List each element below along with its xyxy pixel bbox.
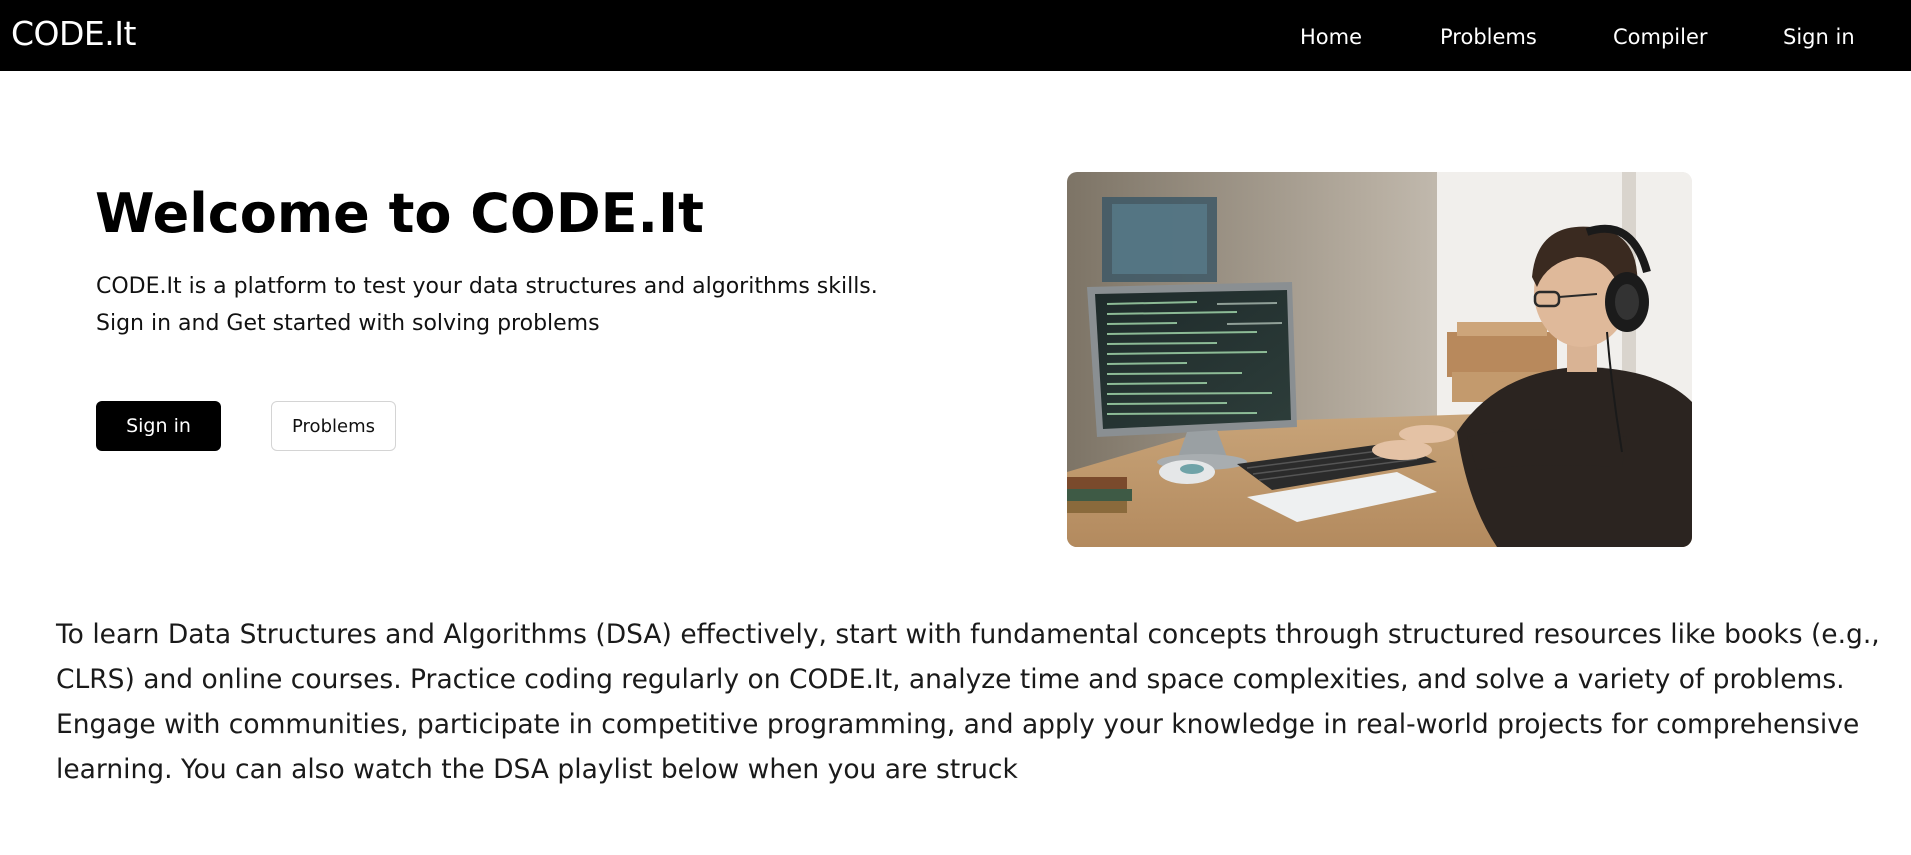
dsa-intro-line-1: To learn Data Structures and Algorithms … — [56, 619, 1880, 650]
hero-title: Welcome to CODE.It — [95, 182, 704, 245]
dsa-intro-paragraph: To learn Data Structures and Algorithms … — [56, 612, 1880, 792]
top-navbar: CODE.It Home Problems Compiler Sign in — [0, 0, 1911, 71]
hero-description-line-2: Sign in and Get started with solving pro… — [96, 311, 600, 336]
dsa-intro-line-2: CLRS) and online courses. Practice codin… — [56, 664, 1845, 695]
hero-problems-button[interactable]: Problems — [271, 401, 396, 451]
hero-sign-in-button[interactable]: Sign in — [96, 401, 221, 451]
dsa-intro-line-4: learning. You can also watch the DSA pla… — [56, 754, 1018, 785]
hero-description-line-1: CODE.It is a platform to test your data … — [96, 274, 878, 299]
brand-logo-link[interactable]: CODE.It — [11, 14, 136, 54]
dsa-intro-line-3: Engage with communities, participate in … — [56, 709, 1860, 740]
person-coding-at-desk-photo — [1067, 172, 1692, 547]
nav-link-compiler[interactable]: Compiler — [1613, 24, 1708, 50]
hero-description: CODE.It is a platform to test your data … — [96, 268, 916, 342]
nav-link-sign-in[interactable]: Sign in — [1783, 24, 1855, 50]
nav-link-home[interactable]: Home — [1300, 24, 1362, 50]
nav-link-problems[interactable]: Problems — [1440, 24, 1537, 50]
hero-image — [1067, 172, 1692, 547]
